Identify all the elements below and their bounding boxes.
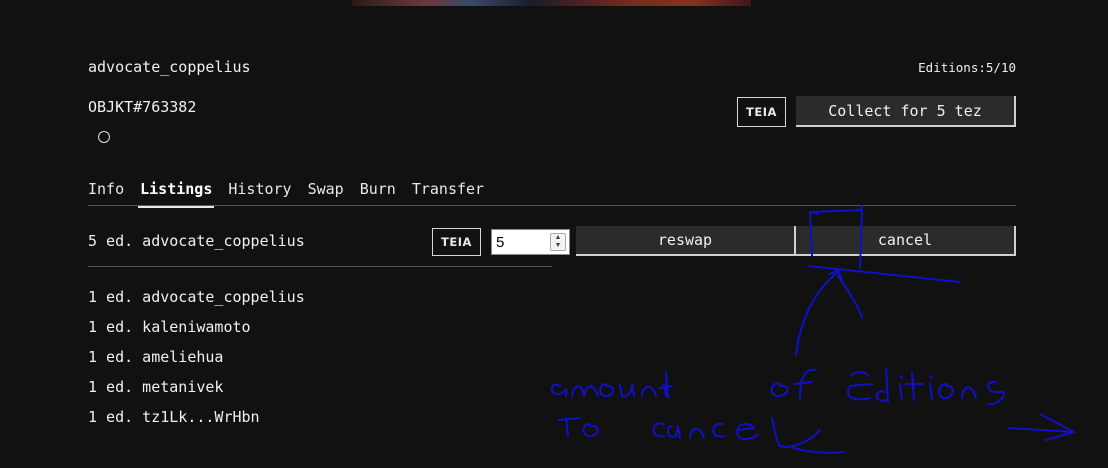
tab-history[interactable]: History	[228, 180, 291, 204]
holder-item: 1 ed. ameliehua	[88, 348, 224, 366]
tab-transfer[interactable]: Transfer	[412, 180, 484, 204]
chevron-up-icon[interactable]: ▲	[555, 234, 562, 242]
annotation-arrow	[795, 269, 863, 356]
listing-divider	[88, 266, 552, 267]
spinner-arrows-icon[interactable]: ▲ ▼	[550, 233, 566, 251]
tab-swap[interactable]: Swap	[308, 180, 344, 204]
annotation-word-to	[557, 417, 599, 438]
circle-icon[interactable]	[98, 131, 110, 143]
annotation-word-of	[770, 368, 817, 399]
tab-divider	[88, 205, 1016, 206]
reswap-button[interactable]: reswap	[576, 226, 796, 256]
annotation-underline	[807, 265, 961, 283]
tab-listings[interactable]: Listings	[138, 180, 215, 208]
quantity-stepper[interactable]: 5 ▲ ▼	[491, 229, 570, 255]
holder-item: 1 ed. tz1Lk...WrHbn	[88, 408, 260, 426]
annotation-tick	[859, 205, 863, 211]
editions-count: Editions:5/10	[918, 60, 1016, 75]
annotation-word-editions	[847, 367, 1006, 406]
collect-button[interactable]: Collect for 5 tez	[796, 96, 1016, 127]
tab-bar: Info Listings History Swap Burn Transfer	[88, 180, 500, 208]
tab-burn[interactable]: Burn	[360, 180, 396, 204]
holder-item: 1 ed. advocate_coppelius	[88, 288, 305, 306]
holder-item: 1 ed. kaleniwamoto	[88, 318, 251, 336]
annotation-right-arrow	[1007, 413, 1075, 441]
annotation-word-amount	[550, 371, 673, 399]
objkt-id: OBJKT#763382	[88, 98, 197, 116]
annotation-word-cancel	[652, 417, 845, 454]
listing-label: 5 ed. advocate_coppelius	[88, 232, 305, 250]
listing-market-badge: TEIA	[432, 228, 481, 256]
quantity-value[interactable]: 5	[496, 234, 504, 251]
holder-item: 1 ed. metanivek	[88, 378, 224, 396]
tab-info[interactable]: Info	[88, 180, 124, 204]
creator-name[interactable]: advocate_coppelius	[88, 58, 251, 76]
artwork-preview-edge	[352, 0, 751, 6]
teia-market-badge: TEIA	[737, 97, 786, 127]
chevron-down-icon[interactable]: ▼	[555, 242, 562, 250]
cancel-button[interactable]: cancel	[796, 226, 1016, 256]
holders-list: 1 ed. advocate_coppelius 1 ed. kaleniwam…	[88, 288, 305, 438]
